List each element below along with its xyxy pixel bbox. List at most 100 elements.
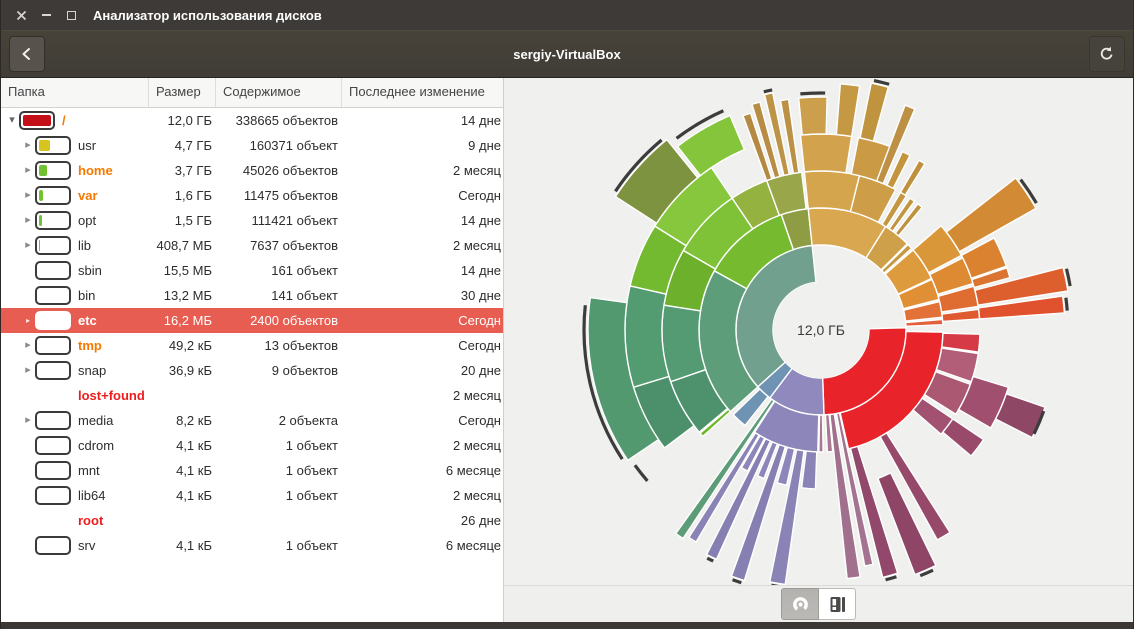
ring-segment[interactable] — [860, 83, 888, 141]
table-row[interactable]: ▸opt1,5 ГБ111421 объект14 дне — [1, 208, 503, 233]
back-button[interactable] — [9, 36, 45, 72]
window-bottom-border — [1, 622, 1133, 629]
table-row[interactable]: mnt4,1 кБ1 объект6 месяце — [1, 458, 503, 483]
expander-icon[interactable]: ▸ — [21, 208, 35, 233]
cell-modified: 2 месяц — [342, 433, 503, 458]
view-switch — [781, 588, 856, 620]
column-header-size[interactable]: Размер — [149, 78, 216, 107]
cell-size: 4,7 ГБ — [149, 133, 216, 158]
folder-name: usr — [78, 133, 96, 158]
column-header-folder[interactable]: Папка — [1, 78, 149, 107]
expander-icon[interactable]: ▸ — [21, 183, 35, 208]
more-levels-arc — [733, 580, 742, 583]
treemap-view-button[interactable] — [819, 588, 856, 620]
folder-usage-icon — [35, 311, 71, 330]
column-header-modified[interactable]: Последнее изменение — [342, 78, 503, 107]
folder-usage-icon — [35, 411, 71, 430]
table-row[interactable]: cdrom4,1 кБ1 объект2 месяц — [1, 433, 503, 458]
table-row[interactable]: lost+found2 месяц — [1, 383, 503, 408]
table-row[interactable]: ▸lib408,7 МБ7637 объектов2 месяц — [1, 233, 503, 258]
ring-segment[interactable] — [625, 286, 669, 387]
table-row[interactable]: sbin15,5 МБ161 объект14 дне — [1, 258, 503, 283]
cell-contents — [216, 508, 342, 533]
folder-usage-icon — [35, 361, 71, 380]
table-row[interactable]: srv4,1 кБ1 объект6 месяце — [1, 533, 503, 558]
folder-name: lost+found — [78, 383, 145, 408]
more-levels-arc — [886, 577, 897, 580]
folder-name: mnt — [78, 458, 100, 483]
cell-modified: 14 дне — [342, 208, 503, 233]
cell-contents: 2400 объектов — [216, 308, 342, 333]
expander-icon[interactable]: ▸ — [21, 308, 35, 333]
table-row[interactable]: lib644,1 кБ1 объект2 месяц — [1, 483, 503, 508]
chart-panel: 12,0 ГБ — [504, 78, 1133, 622]
table-row[interactable]: bin13,2 МБ141 объект30 дне — [1, 283, 503, 308]
cell-contents: 160371 объект — [216, 133, 342, 158]
minimize-button[interactable] — [39, 8, 53, 22]
cell-contents: 11475 объектов — [216, 183, 342, 208]
ring-segment[interactable] — [819, 415, 823, 452]
ring-segment[interactable] — [804, 171, 859, 212]
folder-name: home — [78, 158, 113, 183]
table-row[interactable]: ▾/12,0 ГБ338665 объектов14 дне — [1, 108, 503, 133]
cell-size: 16,2 МБ — [149, 308, 216, 333]
table-row[interactable]: ▸home3,7 ГБ45026 объектов2 месяц — [1, 158, 503, 183]
cell-size: 4,1 кБ — [149, 483, 216, 508]
expander-icon[interactable]: ▸ — [21, 233, 35, 258]
expander-icon[interactable]: ▸ — [21, 333, 35, 358]
maximize-icon — [67, 11, 76, 20]
expander-icon[interactable]: ▸ — [21, 133, 35, 158]
expander-icon[interactable]: ▸ — [21, 158, 35, 183]
folder-name: lib — [78, 233, 91, 258]
window-controls — [1, 8, 78, 22]
cell-size: 8,2 кБ — [149, 408, 216, 433]
folder-usage-icon — [35, 336, 71, 355]
cell-size: 12,0 ГБ — [149, 108, 216, 133]
folder-usage-icon — [35, 261, 71, 280]
ring-segment[interactable] — [801, 134, 852, 173]
table-row[interactable]: ▸var1,6 ГБ11475 объектовСегодн — [1, 183, 503, 208]
cell-modified: 2 месяц — [342, 158, 503, 183]
ring-segment[interactable] — [836, 84, 859, 137]
folder-name: var — [78, 183, 98, 208]
expander-icon[interactable]: ▾ — [5, 108, 19, 133]
cell-modified: 2 месяц — [342, 483, 503, 508]
folder-tree-panel: Папка Размер Содержимое Последнее измене… — [1, 78, 504, 622]
rings-chart-area: 12,0 ГБ — [504, 78, 1133, 585]
folder-usage-icon — [35, 161, 71, 180]
refresh-button[interactable] — [1089, 36, 1125, 72]
treemap-chart-icon — [829, 596, 846, 613]
table-row[interactable]: ▸usr4,7 ГБ160371 объект9 дне — [1, 133, 503, 158]
table-row[interactable]: root26 дне — [1, 508, 503, 533]
maximize-button[interactable] — [64, 8, 78, 22]
chart-center-label: 12,0 ГБ — [797, 322, 845, 338]
cell-contents: 1 объект — [216, 458, 342, 483]
cell-contents: 111421 объект — [216, 208, 342, 233]
ring-segment[interactable] — [799, 97, 827, 135]
rings-view-button[interactable] — [781, 588, 819, 620]
table-row[interactable]: ▸snap36,9 кБ9 объектов20 дне — [1, 358, 503, 383]
titlebar: Анализатор использования дисков — [1, 0, 1133, 30]
cell-contents: 2 объекта — [216, 408, 342, 433]
table-row[interactable]: ▸media8,2 кБ2 объектаСегодн — [1, 408, 503, 433]
ring-segment[interactable] — [662, 305, 706, 382]
headerbar: sergiy-VirtualBox — [1, 30, 1133, 78]
table-row[interactable]: ▸tmp49,2 кБ13 объектовСегодн — [1, 333, 503, 358]
cell-size: 36,9 кБ — [149, 358, 216, 383]
folder-usage-icon — [35, 236, 71, 255]
cell-size: 4,1 кБ — [149, 533, 216, 558]
expander-icon[interactable]: ▸ — [21, 358, 35, 383]
cell-size: 1,6 ГБ — [149, 183, 216, 208]
table-row[interactable]: ▸etc16,2 МБ2400 объектовСегодн — [1, 308, 503, 333]
expander-icon[interactable]: ▸ — [21, 408, 35, 433]
close-button[interactable] — [14, 8, 28, 22]
cell-modified: 26 дне — [342, 508, 503, 533]
column-header-contents[interactable]: Содержимое — [216, 78, 342, 107]
rings-chart-icon — [792, 596, 809, 613]
cell-size — [149, 508, 216, 533]
minimize-icon — [42, 14, 51, 16]
folder-name: / — [62, 108, 66, 133]
ring-segment[interactable] — [943, 419, 984, 456]
cell-modified: 30 дне — [342, 283, 503, 308]
folder-name: srv — [78, 533, 95, 558]
